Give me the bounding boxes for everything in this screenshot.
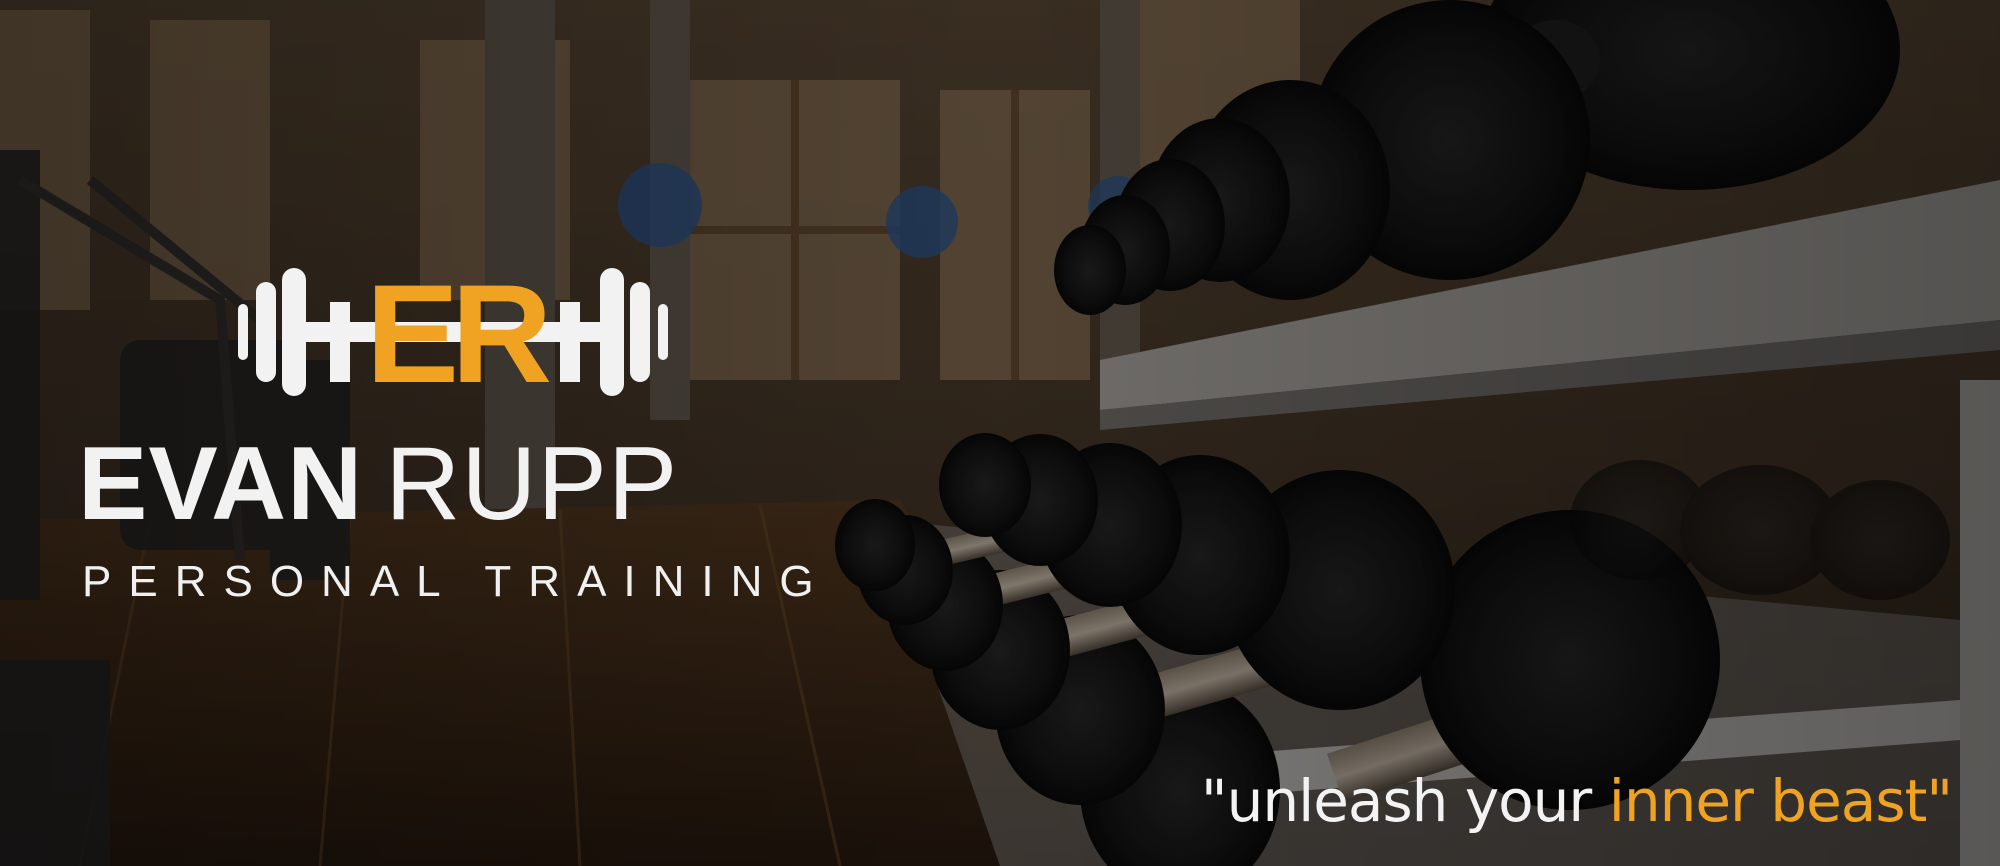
logo-monogram: ER <box>366 262 550 402</box>
hero-banner: ER EVAN RUPP PERSONAL TRAINING "unleash y… <box>0 0 2000 866</box>
motto-highlight: inner beast <box>1608 767 1928 835</box>
motto-lead: unleash your <box>1226 767 1609 835</box>
brand-first-name: EVAN <box>78 426 364 542</box>
brand-last-name: RUPP <box>385 426 679 542</box>
logo-mark: ER <box>238 262 668 402</box>
motto-open-quote: " <box>1200 767 1228 835</box>
motto-close-quote: " <box>1926 767 1953 835</box>
brand-name: EVAN RUPP <box>78 432 678 536</box>
motto-tagline: "unleash your inner beast" <box>1201 772 1953 830</box>
brand-subtitle: PERSONAL TRAINING <box>82 557 831 606</box>
